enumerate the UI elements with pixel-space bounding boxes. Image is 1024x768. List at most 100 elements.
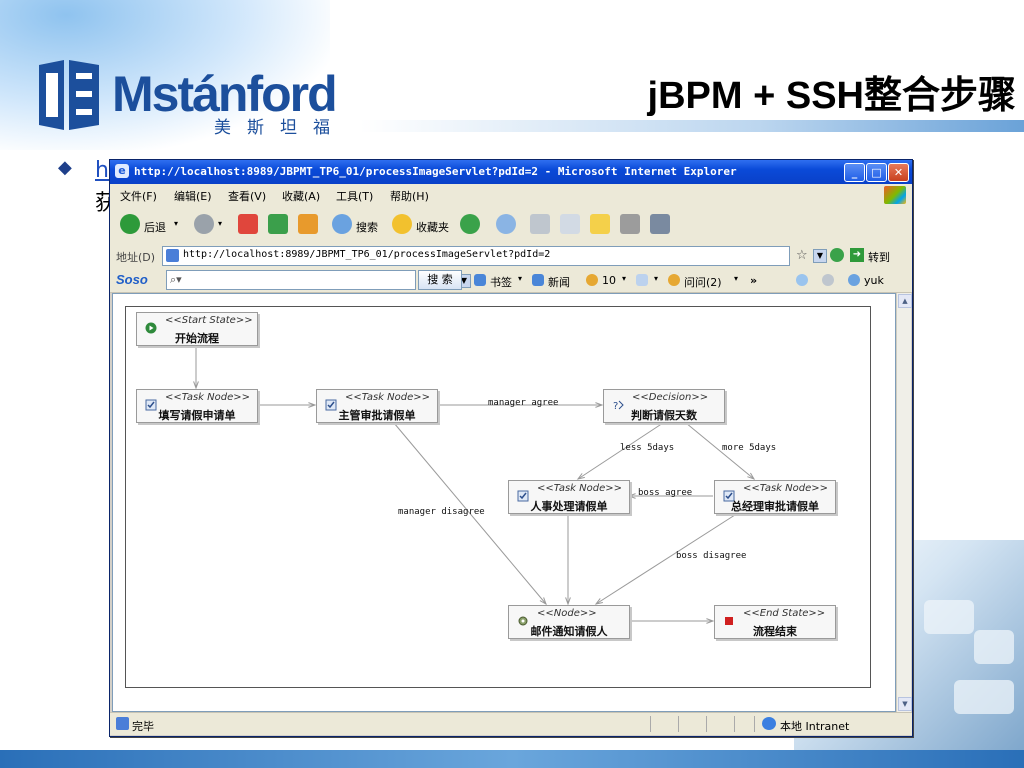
ie-window: e http://localhost:8989/JBPMT_TP6_01/pro…	[109, 159, 913, 737]
question-icon	[668, 274, 680, 286]
node-stereotype: <<Task Node>>	[743, 483, 828, 494]
news-icon	[532, 274, 544, 286]
news-button[interactable]: 新闻	[548, 274, 570, 290]
node-label: 主管审批请假单	[338, 409, 416, 422]
home-icon[interactable]	[298, 214, 318, 234]
window-titlebar[interactable]: e http://localhost:8989/JBPMT_TP6_01/pro…	[110, 160, 912, 184]
close-button[interactable]: ✕	[888, 163, 909, 182]
history-icon[interactable]	[460, 214, 480, 234]
favorites-label[interactable]: 收藏夹	[416, 219, 449, 235]
node-label: 流程结束	[753, 625, 797, 638]
intranet-zone-icon	[762, 717, 776, 730]
address-input[interactable]: http://localhost:8989/JBPMT_TP6_01/proce…	[162, 246, 790, 266]
go-button[interactable]: 转到	[868, 249, 890, 265]
soso-search-input[interactable]: ⌕▾ ▼	[166, 270, 471, 290]
process-diagram: <<Start State>> 开始流程 <<Task Node>> 填写请假申…	[125, 306, 871, 688]
add-icon[interactable]	[796, 274, 808, 286]
node-fill-leave-form: <<Task Node>> 填写请假申请单	[136, 389, 258, 423]
ie-icon: e	[115, 164, 129, 178]
menu-favorites[interactable]: 收藏(A)	[282, 188, 320, 204]
slide-title: jBPM + SSH整合步骤	[647, 75, 1016, 117]
count-badge[interactable]: 10	[602, 274, 616, 287]
research-icon[interactable]	[650, 214, 670, 234]
node-stereotype: <<Task Node>>	[165, 392, 250, 403]
menu-tools[interactable]: 工具(T)	[336, 188, 373, 204]
star-icon[interactable]: ☆	[796, 248, 808, 263]
edge-label-boss-agree: boss agree	[638, 488, 693, 498]
more-button[interactable]: »	[750, 274, 757, 287]
page-content: <<Start State>> 开始流程 <<Task Node>> 填写请假申…	[112, 293, 896, 712]
address-url[interactable]: http://localhost:8989/JBPMT_TP6_01/proce…	[183, 249, 550, 260]
refresh-icon[interactable]	[268, 214, 288, 234]
status-zone: 本地 Intranet	[780, 720, 850, 733]
go-arrow-icon[interactable]: ➜	[850, 248, 864, 262]
scroll-up-icon[interactable]: ▲	[898, 294, 912, 308]
node-label: 填写请假申请单	[158, 409, 236, 422]
qa-button[interactable]: 问问(2)	[684, 274, 722, 290]
node-stereotype: <<End State>>	[743, 608, 826, 619]
mail-icon[interactable]	[636, 274, 648, 286]
scroll-down-icon[interactable]: ▼	[898, 697, 912, 711]
edge-label-less-5days: less 5days	[620, 443, 675, 453]
node-gm-approval: <<Task Node>> 总经理审批请假单	[714, 480, 836, 514]
standard-toolbar: 后退 ▾ ▾ 搜索 收藏夹	[110, 206, 912, 245]
mail-dropdown-icon[interactable]: ▾	[654, 274, 658, 283]
bookmarks-icon	[474, 274, 486, 286]
node-stereotype: <<Node>>	[537, 608, 597, 619]
search-label[interactable]: 搜索	[356, 219, 378, 235]
status-bar: 完毕 本地 Intranet	[110, 712, 912, 735]
stop-icon[interactable]	[238, 214, 258, 234]
status-divider	[678, 716, 679, 732]
page-done-icon	[116, 717, 129, 730]
coin-icon	[586, 274, 598, 286]
menu-file[interactable]: 文件(F)	[120, 188, 157, 204]
back-dropdown-icon[interactable]: ▾	[174, 219, 178, 228]
soso-search-button[interactable]: 搜 索	[418, 270, 462, 290]
soso-logo[interactable]: Soso	[116, 272, 148, 287]
address-dropdown-icon[interactable]: ▼	[813, 249, 827, 263]
maximize-button[interactable]: □	[866, 163, 887, 182]
edge-label-more-5days: more 5days	[722, 443, 777, 453]
soso-toolbar: Soso ⌕▾ ▼ 搜 索 书签 ▾ 新闻 10 ▾ ▾ 问问(2) ▾ » y…	[110, 268, 912, 293]
shield-icon[interactable]	[830, 248, 844, 262]
count-dropdown-icon[interactable]: ▾	[622, 274, 626, 283]
diamond-bullet-icon: ◆	[58, 157, 72, 178]
status-divider	[754, 716, 755, 732]
status-divider	[650, 716, 651, 732]
discuss-icon[interactable]	[590, 214, 610, 234]
settings-icon[interactable]	[822, 274, 834, 286]
address-label: 地址(D)	[116, 251, 156, 264]
node-hr-process: <<Task Node>> 人事处理请假单	[508, 480, 630, 514]
menu-help[interactable]: 帮助(H)	[390, 188, 429, 204]
favorites-star-icon[interactable]	[392, 214, 412, 234]
back-icon[interactable]	[120, 214, 140, 234]
edge-gm-to-notify-arrowhead	[594, 598, 603, 605]
node-manager-approval: <<Task Node>> 主管审批请假单	[316, 389, 438, 423]
messenger-icon[interactable]	[620, 214, 640, 234]
edge-label-manager-disagree: manager disagree	[398, 507, 485, 517]
status-text: 完毕	[132, 720, 154, 733]
edit-icon[interactable]	[560, 214, 580, 234]
back-label[interactable]: 后退	[144, 219, 166, 235]
address-bar: 地址(D) http://localhost:8989/JBPMT_TP6_01…	[110, 244, 912, 269]
menu-edit[interactable]: 编辑(E)	[174, 188, 212, 204]
minimize-button[interactable]: _	[844, 163, 865, 182]
node-label: 人事处理请假单	[530, 500, 608, 513]
node-email-notify: <<Node>> 邮件通知请假人	[508, 605, 630, 639]
vertical-scrollbar[interactable]: ▲ ▼	[896, 293, 912, 712]
node-label: 开始流程	[175, 332, 219, 345]
forward-dropdown-icon[interactable]: ▾	[218, 219, 222, 228]
node-label: 邮件通知请假人	[530, 625, 608, 638]
node-end-state: <<End State>> 流程结束	[714, 605, 836, 639]
forward-icon[interactable]	[194, 214, 214, 234]
book-logo-icon	[39, 60, 99, 130]
qa-dropdown-icon[interactable]: ▾	[734, 274, 738, 283]
mail-icon[interactable]	[496, 214, 516, 234]
status-divider	[706, 716, 707, 732]
print-icon[interactable]	[530, 214, 550, 234]
menu-view[interactable]: 查看(V)	[228, 188, 266, 204]
bookmarks-button[interactable]: 书签	[490, 274, 512, 290]
user-name[interactable]: yuk	[864, 274, 884, 287]
search-icon[interactable]	[332, 214, 352, 234]
bookmarks-dropdown-icon[interactable]: ▾	[518, 274, 522, 283]
